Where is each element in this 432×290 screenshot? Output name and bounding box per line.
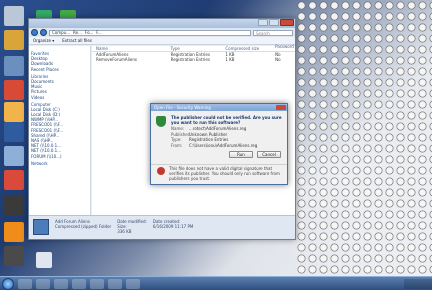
run-button[interactable]: Run (229, 151, 253, 159)
dialog-warning: This file does not have a valid digital … (151, 164, 287, 183)
organize-menu[interactable]: Organize ▾ (33, 38, 54, 43)
ie-taskbar-icon[interactable] (18, 278, 32, 289)
start-button[interactable] (2, 277, 14, 290)
column-type[interactable]: Type (171, 46, 226, 51)
field-publisher: Publisher: Unknown Publisher (171, 132, 283, 137)
folder-icon[interactable] (4, 146, 24, 166)
explorer-toolbar: Organize ▾ Extract all files (29, 37, 295, 45)
network-icon[interactable] (4, 102, 24, 122)
address-bar: Compu... Re... Fo... F... Search (29, 28, 295, 37)
field-type: Type: Registration Entries (171, 137, 283, 142)
explorer-icon[interactable] (4, 80, 24, 100)
skype-icon[interactable] (4, 170, 24, 190)
computer-icon[interactable] (4, 122, 24, 142)
dotted-wallpaper-pattern (296, 0, 432, 276)
media-icon[interactable] (4, 56, 24, 76)
details-type: Compressed (zipped) Folder (55, 224, 112, 229)
paint-taskbar-icon[interactable] (108, 278, 122, 289)
chrome-icon[interactable] (4, 30, 24, 50)
column-compressed-size[interactable]: Compressed size (225, 46, 275, 51)
file-ratio: No (275, 57, 281, 62)
dialog-buttons: Run Cancel (151, 147, 287, 162)
shield-icon (156, 116, 166, 127)
media-taskbar-icon[interactable] (54, 278, 68, 289)
forward-button[interactable] (40, 29, 47, 36)
field-value[interactable]: Unknown Publisher (189, 132, 227, 137)
warning-text: This file does not have a valid digital … (169, 166, 280, 181)
dialog-close-button[interactable] (276, 105, 286, 110)
field-value: ...rotect\AddForumAliens.reg (189, 126, 247, 131)
breadcrumb-item[interactable]: Fo... (85, 30, 93, 35)
file-type: Registration Entries (170, 57, 210, 62)
search-input[interactable]: Search (253, 29, 293, 36)
game-icon[interactable] (4, 195, 24, 215)
maximize-button[interactable] (269, 19, 279, 26)
close-button[interactable] (280, 19, 294, 26)
breadcrumb-item[interactable]: Re... (73, 30, 82, 35)
sidebar-item-videos[interactable]: Videos (31, 95, 88, 100)
file-name: RemoveForumAliens (96, 57, 137, 62)
sidebar-item-recent[interactable]: Recent Places (31, 67, 88, 72)
field-name: Name: ...rotect\AddForumAliens.reg (171, 126, 283, 131)
field-value: Registration Entries (189, 137, 229, 143)
warning-icon (157, 167, 165, 176)
field-from: From: C:\Users\ionu\AddForumAliens.reg (171, 143, 283, 148)
column-name[interactable]: Name (96, 46, 171, 51)
breadcrumb-item[interactable]: F... (96, 30, 101, 35)
details-pane: Add Forum Aliens Compressed (zipped) Fol… (29, 215, 295, 239)
field-key: Type: (171, 137, 182, 143)
dialog-title: Open File - Security Warning (151, 104, 287, 111)
minimize-button[interactable] (258, 19, 268, 26)
network-header[interactable]: Network (31, 161, 88, 166)
back-button[interactable] (31, 29, 38, 36)
field-key: Name: (171, 126, 185, 131)
field-value: C:\Users\ionu\AddForumAliens.reg (189, 142, 258, 148)
table-row[interactable]: RemoveForumAliens Registration Entries 1… (92, 57, 295, 62)
explorer-taskbar-icon[interactable] (36, 278, 50, 289)
document-icon[interactable] (36, 252, 52, 268)
dialog-body: The publisher could not be verified. Are… (151, 111, 287, 148)
explorer-titlebar (29, 19, 295, 28)
vlc-icon[interactable] (4, 222, 24, 242)
field-key: From: (171, 142, 183, 148)
sidebar-item-drive[interactable]: FORUM (\\10...) (31, 154, 88, 159)
recycle-bin-icon[interactable] (4, 6, 24, 26)
word-taskbar-icon[interactable] (90, 278, 104, 289)
details-col-2: Date modified: Size: 336 KB (117, 219, 147, 236)
extract-all-button[interactable]: Extract all files (62, 38, 92, 43)
cancel-button[interactable]: Cancel (257, 151, 281, 159)
breadcrumb-item[interactable]: Compu... (52, 30, 70, 35)
details-size: 336 KB (117, 229, 132, 234)
details-created: 6/16/2009 11:17 PM (152, 224, 194, 229)
folder-taskbar-icon[interactable] (72, 278, 86, 289)
breadcrumb[interactable]: Compu... Re... Fo... F... (49, 29, 251, 36)
field-key: Publisher: (171, 131, 191, 137)
file-size: 1 KB (225, 57, 235, 62)
system-tray[interactable] (404, 278, 432, 289)
zip-folder-icon (33, 219, 49, 235)
details-col-3: Date created: 6/16/2009 11:17 PM (153, 219, 193, 236)
dialog-question: The publisher could not be verified. Are… (171, 115, 282, 125)
details-col-1: Add Forum Aliens Compressed (zipped) Fol… (55, 219, 111, 236)
chat-taskbar-icon[interactable] (126, 278, 140, 289)
navigation-pane: Favorites Desktop Downloads Recent Place… (29, 46, 91, 216)
taskbar (0, 276, 432, 290)
app-icon[interactable] (4, 246, 24, 266)
security-warning-dialog: Open File - Security Warning The publish… (150, 103, 288, 185)
